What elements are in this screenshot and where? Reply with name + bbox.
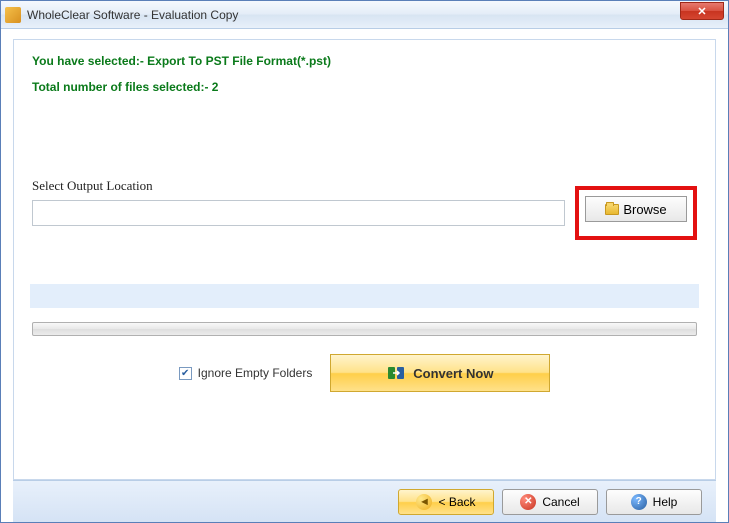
close-icon: ✕ [697,5,706,18]
folder-icon [605,204,619,215]
app-icon [5,7,21,23]
app-window: WholeClear Software - Evaluation Copy ✕ … [0,0,729,523]
content-area: You have selected:- Export To PST File F… [1,29,728,522]
ignore-empty-checkbox-wrap[interactable]: ✔ Ignore Empty Folders [179,366,313,380]
help-button[interactable]: ? Help [606,489,702,515]
browse-button[interactable]: Browse [585,196,687,222]
checkbox-icon: ✔ [179,367,192,380]
cancel-button[interactable]: ✕ Cancel [502,489,598,515]
help-icon: ? [631,494,647,510]
back-icon: ◄ [416,494,432,510]
progress-bar [32,322,697,336]
browse-label: Browse [623,202,666,217]
output-row: Browse [32,200,697,226]
selected-format-text: You have selected:- Export To PST File F… [32,54,697,68]
back-button[interactable]: ◄ < Back [398,489,494,515]
convert-label: Convert Now [413,366,493,381]
footer-bar: ◄ < Back ✕ Cancel ? Help [13,480,716,522]
convert-icon [387,364,405,382]
titlebar: WholeClear Software - Evaluation Copy ✕ [1,1,728,29]
help-label: Help [653,495,678,509]
convert-now-button[interactable]: Convert Now [330,354,550,392]
window-title: WholeClear Software - Evaluation Copy [27,8,238,22]
file-count-text: Total number of files selected:- 2 [32,80,697,94]
output-path-input[interactable] [32,200,565,226]
action-row: ✔ Ignore Empty Folders Convert Now [32,354,697,392]
cancel-icon: ✕ [520,494,536,510]
ignore-empty-label: Ignore Empty Folders [198,366,313,380]
cancel-label: Cancel [542,495,579,509]
close-button[interactable]: ✕ [680,2,724,20]
back-label: < Back [438,495,475,509]
main-panel: You have selected:- Export To PST File F… [13,39,716,480]
status-band [30,284,699,308]
